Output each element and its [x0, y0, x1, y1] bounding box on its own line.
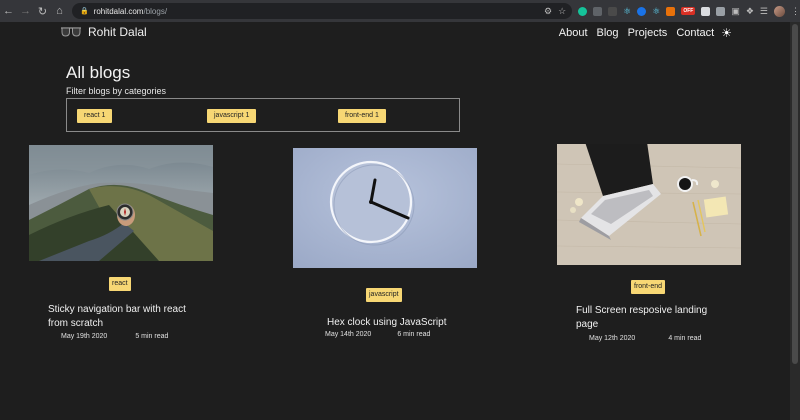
post-date: May 14th 2020	[325, 331, 372, 338]
sunglasses-icon	[61, 27, 81, 37]
filter-label: Filter blogs by categories	[66, 86, 167, 96]
nav-blog[interactable]: Blog	[597, 27, 619, 39]
extension-icon[interactable]	[666, 6, 676, 16]
off-badge-icon[interactable]: OFF	[681, 7, 696, 15]
post-title[interactable]: Sticky navigation bar with react from sc…	[48, 303, 208, 331]
extension-icon[interactable]	[716, 6, 726, 16]
react-devtools-icon[interactable]: ⚛	[623, 6, 631, 17]
profile-avatar[interactable]	[773, 5, 785, 17]
back-icon[interactable]: ←	[0, 0, 17, 22]
url-path: /blogs/	[143, 6, 168, 16]
read-time: 5 min read	[135, 333, 169, 340]
scrollbar-thumb[interactable]	[792, 24, 798, 364]
laptop-desk-photo[interactable]	[557, 144, 741, 265]
blog-card[interactable]: javascript Hex clock using JavaScript Ma…	[293, 148, 477, 338]
grammarly-extension-icon[interactable]	[578, 6, 588, 16]
blog-card[interactable]: react Sticky navigation bar with react f…	[29, 145, 213, 340]
home-icon[interactable]: ⌂	[51, 0, 68, 22]
post-date: May 19th 2020	[61, 333, 108, 340]
extension-icon[interactable]	[593, 6, 603, 16]
post-title[interactable]: Full Screen resposive landing page	[576, 304, 726, 332]
nav-projects[interactable]: Projects	[628, 27, 668, 39]
media-icon[interactable]: ☰	[760, 6, 768, 17]
read-time: 4 min read	[668, 335, 702, 342]
post-date: May 12th 2020	[589, 335, 636, 342]
post-meta: May 12th 2020 4 min read	[589, 335, 701, 342]
extension-icon[interactable]	[637, 6, 647, 16]
extension-icon[interactable]: ▣	[731, 6, 740, 17]
nav-contact[interactable]: Contact	[676, 27, 714, 39]
post-tag[interactable]: react	[109, 277, 131, 291]
puzzle-icon[interactable]: ❖	[746, 6, 754, 17]
site-settings-icon[interactable]: ⚙	[544, 6, 552, 17]
address-bar[interactable]: 🔒 rohitdalal.com /blogs/ ⚙ ☆	[71, 3, 573, 19]
nav-about[interactable]: About	[559, 27, 588, 39]
post-tag[interactable]: javascript	[366, 288, 402, 302]
react-devtools-icon[interactable]: ⚛	[652, 6, 660, 17]
post-tag[interactable]: front-end	[631, 280, 666, 294]
extension-icon[interactable]	[701, 6, 711, 16]
category-filter: react 1 javascript 1 front-end 1	[66, 98, 460, 132]
main-nav: About Blog Projects Contact ☀	[559, 27, 732, 39]
category-chip-react[interactable]: react 1	[77, 109, 113, 123]
blog-card[interactable]: front-end Full Screen resposive landing …	[557, 144, 741, 342]
post-meta: May 14th 2020 6 min read	[325, 331, 430, 338]
category-chip-javascript[interactable]: javascript 1	[207, 109, 257, 123]
page-scrollbar[interactable]	[790, 22, 800, 420]
browser-toolbar: ← → ↻ ⌂ 🔒 rohitdalal.com /blogs/ ⚙ ☆ ⚛ ⚛…	[0, 0, 800, 22]
forward-icon[interactable]: →	[17, 0, 34, 22]
extensions-bar: ⚛ ⚛ OFF ▣ ❖ ☰ ⋮	[578, 5, 800, 17]
brand-name: Rohit Dalal	[88, 25, 147, 39]
read-time: 6 min read	[397, 331, 431, 338]
sun-icon[interactable]: ☀	[721, 27, 732, 39]
reload-icon[interactable]: ↻	[34, 0, 51, 22]
lock-icon: 🔒	[79, 8, 89, 15]
category-chip-front-end[interactable]: front-end 1	[338, 109, 386, 123]
page-title: All blogs	[66, 63, 131, 82]
mountain-compass-photo[interactable]	[29, 145, 213, 261]
url-host: rohitdalal.com	[93, 6, 144, 16]
wall-clock-photo[interactable]	[293, 148, 477, 268]
brand[interactable]: Rohit Dalal	[60, 25, 147, 39]
post-title[interactable]: Hex clock using JavaScript	[327, 316, 477, 330]
bookmark-star-icon[interactable]: ☆	[558, 6, 566, 17]
menu-dots-icon[interactable]: ⋮	[791, 6, 800, 17]
site-header: Rohit Dalal About Blog Projects Contact …	[0, 22, 800, 46]
post-meta: May 19th 2020 5 min read	[61, 333, 168, 340]
extension-icon[interactable]	[608, 6, 618, 16]
